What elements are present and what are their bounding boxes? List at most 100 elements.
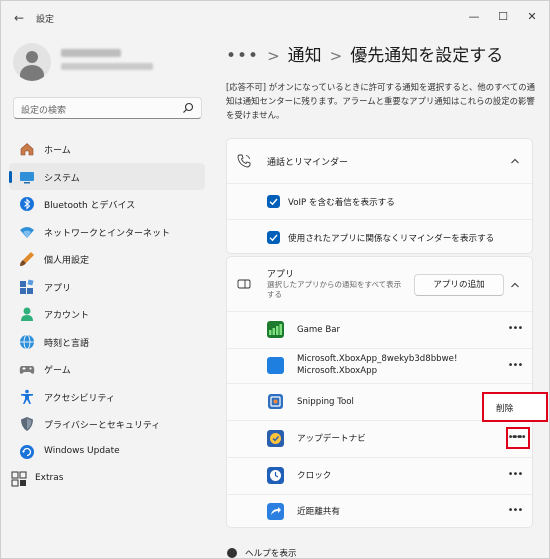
- sidebar-item-label: Extras: [35, 473, 64, 483]
- profile-name-redacted: [61, 49, 121, 57]
- chevron-up-icon[interactable]: [510, 156, 520, 166]
- phone-icon: [237, 154, 251, 168]
- system-icon: [20, 171, 34, 183]
- xbox-app-icon: [267, 357, 284, 374]
- help-link[interactable]: ヘルプを表示: [245, 547, 297, 558]
- calls-reminders-header[interactable]: 通話とリマインダー: [227, 139, 532, 183]
- apps-header[interactable]: アプリ 選択したアプリからの通知をすべて表示する アプリの追加: [227, 257, 532, 311]
- breadcrumb-parent[interactable]: 通知: [288, 41, 322, 66]
- app-row: 近距離共有 •••: [227, 495, 532, 527]
- sidebar-item-gaming[interactable]: ゲーム: [9, 355, 205, 383]
- app-row: Microsoft.XboxApp_8wekyb3d8bbwe! Microso…: [227, 349, 532, 383]
- sidebar-item-label: プライバシーとセキュリティ: [44, 421, 161, 431]
- reminder-option-row[interactable]: 使用されたアプリに関係なくリマインダーを表示する: [227, 220, 532, 253]
- sidebar-item-extras[interactable]: Extras: [9, 465, 205, 493]
- sidebar-item-label: 時刻と言語: [44, 338, 90, 349]
- game-bar-icon: [267, 321, 284, 338]
- personalization-icon: [20, 252, 34, 266]
- sidebar-item-label: Windows Update: [44, 445, 120, 456]
- checkmark-icon: [269, 198, 278, 206]
- sidebar-item-label: ネットワークとインターネット: [44, 228, 171, 239]
- sidebar-item-privacy[interactable]: プライバシーとセキュリティ: [9, 410, 205, 438]
- close-button[interactable]: ✕: [518, 7, 546, 27]
- checkbox-label: VoIP を含む着信を表示する: [288, 198, 395, 208]
- voip-checkbox[interactable]: [267, 195, 280, 208]
- sidebar-item-system[interactable]: システム: [9, 162, 205, 190]
- sidebar-item-bluetooth[interactable]: Bluetooth とデバイス: [9, 190, 205, 218]
- checkmark-icon: [269, 234, 278, 242]
- app-name: Microsoft.XboxApp_8wekyb3d8bbwe! Microso…: [297, 354, 458, 376]
- network-icon: [20, 226, 34, 238]
- voip-option-row[interactable]: VoIP を含む着信を表示する: [227, 184, 532, 219]
- accessibility-icon: [21, 389, 33, 404]
- more-options-button[interactable]: •••: [507, 506, 524, 517]
- settings-window: ← 設定 — ☐ ✕ 設定の検索 ホーム システム Bluetooth とデバイ…: [0, 0, 550, 559]
- more-options-button[interactable]: •••: [507, 361, 524, 372]
- chevron-up-icon[interactable]: [510, 280, 520, 290]
- context-menu: 削除: [482, 392, 548, 422]
- card-title: アプリ: [267, 270, 295, 280]
- sidebar-item-windows-update[interactable]: Windows Update: [9, 438, 205, 466]
- search-placeholder: 設定の検索: [21, 106, 67, 116]
- breadcrumb-more-button[interactable]: •••: [226, 46, 259, 66]
- sidebar-item-time-language[interactable]: 時刻と言語: [9, 328, 205, 356]
- app-name: クロック: [297, 471, 332, 481]
- sidebar-item-personalization[interactable]: 個人用設定: [9, 245, 205, 273]
- more-options-button[interactable]: •••: [507, 324, 524, 335]
- breadcrumb-separator: >: [329, 47, 343, 65]
- sidebar-item-network[interactable]: ネットワークとインターネット: [9, 218, 205, 246]
- remove-menu-item[interactable]: 削除: [496, 402, 513, 414]
- card-subtitle: 選択したアプリからの通知をすべて表示する: [267, 280, 402, 299]
- update-navi-icon: [267, 430, 284, 447]
- nearby-share-icon: [267, 503, 284, 520]
- page-description: [応答不可] がオンになっているときに許可する通知を選択すると、他のすべての通知…: [226, 82, 536, 120]
- sidebar-item-label: Bluetooth とデバイス: [44, 201, 136, 211]
- more-options-button[interactable]: •••: [507, 470, 524, 481]
- app-window-icon: [237, 279, 251, 289]
- sidebar-item-accessibility[interactable]: アクセシビリティ: [9, 383, 205, 411]
- sidebar-item-label: アクセシビリティ: [44, 393, 116, 404]
- checkbox-label: 使用されたアプリに関係なくリマインダーを表示する: [288, 234, 495, 244]
- app-title: 設定: [36, 15, 55, 25]
- back-button[interactable]: ←: [11, 10, 27, 26]
- app-row: アップデートナビ •••: [227, 421, 532, 457]
- clock-icon: [267, 467, 284, 484]
- sidebar-item-account[interactable]: アカウント: [9, 300, 205, 328]
- sidebar-item-apps[interactable]: アプリ: [9, 273, 205, 301]
- search-icon: [183, 102, 194, 113]
- bluetooth-icon: [20, 197, 34, 211]
- add-app-button[interactable]: アプリの追加: [414, 274, 504, 296]
- avatar: [13, 43, 51, 81]
- app-row: Game Bar •••: [227, 312, 532, 348]
- app-name: Game Bar: [297, 325, 341, 335]
- sidebar-item-label: 個人用設定: [44, 256, 90, 266]
- page-title: 優先通知を設定する: [350, 46, 504, 66]
- home-icon: [20, 143, 34, 156]
- reminder-checkbox[interactable]: [267, 231, 280, 244]
- app-row: クロック •••: [227, 458, 532, 494]
- breadcrumb-separator: >: [267, 47, 280, 65]
- apps-icon: [20, 278, 34, 294]
- breadcrumb: ••• > 通知 > 優先通知を設定する: [226, 41, 503, 66]
- help-icon: [227, 548, 237, 558]
- sidebar-item-label: システム: [44, 173, 80, 184]
- search-input[interactable]: 設定の検索: [13, 97, 202, 119]
- more-glyph: •••: [511, 432, 527, 443]
- card-title: 通話とリマインダー: [267, 158, 349, 168]
- app-name: Snipping Tool: [297, 397, 354, 407]
- snipping-tool-icon: [268, 394, 283, 409]
- minimize-button[interactable]: —: [460, 7, 488, 27]
- privacy-icon: [21, 417, 33, 431]
- maximize-button[interactable]: ☐: [489, 7, 517, 27]
- title-bar: ← 設定 — ☐ ✕: [1, 1, 549, 35]
- calls-reminders-card: 通話とリマインダー VoIP を含む着信を表示する 使用されたアプリに関係なくリ…: [226, 138, 533, 254]
- highlighted-more-button[interactable]: •••: [506, 427, 530, 449]
- profile-email-redacted: [61, 63, 153, 70]
- extras-icon: [11, 471, 27, 487]
- sidebar-item-label: アプリ: [44, 283, 72, 294]
- sidebar-item-home[interactable]: ホーム: [9, 135, 205, 163]
- sidebar-item-label: ゲーム: [44, 366, 71, 376]
- gaming-icon: [19, 366, 35, 374]
- time-language-icon: [20, 334, 34, 349]
- sidebar-nav: ホーム システム Bluetooth とデバイス ネットワークとインターネット: [9, 135, 205, 493]
